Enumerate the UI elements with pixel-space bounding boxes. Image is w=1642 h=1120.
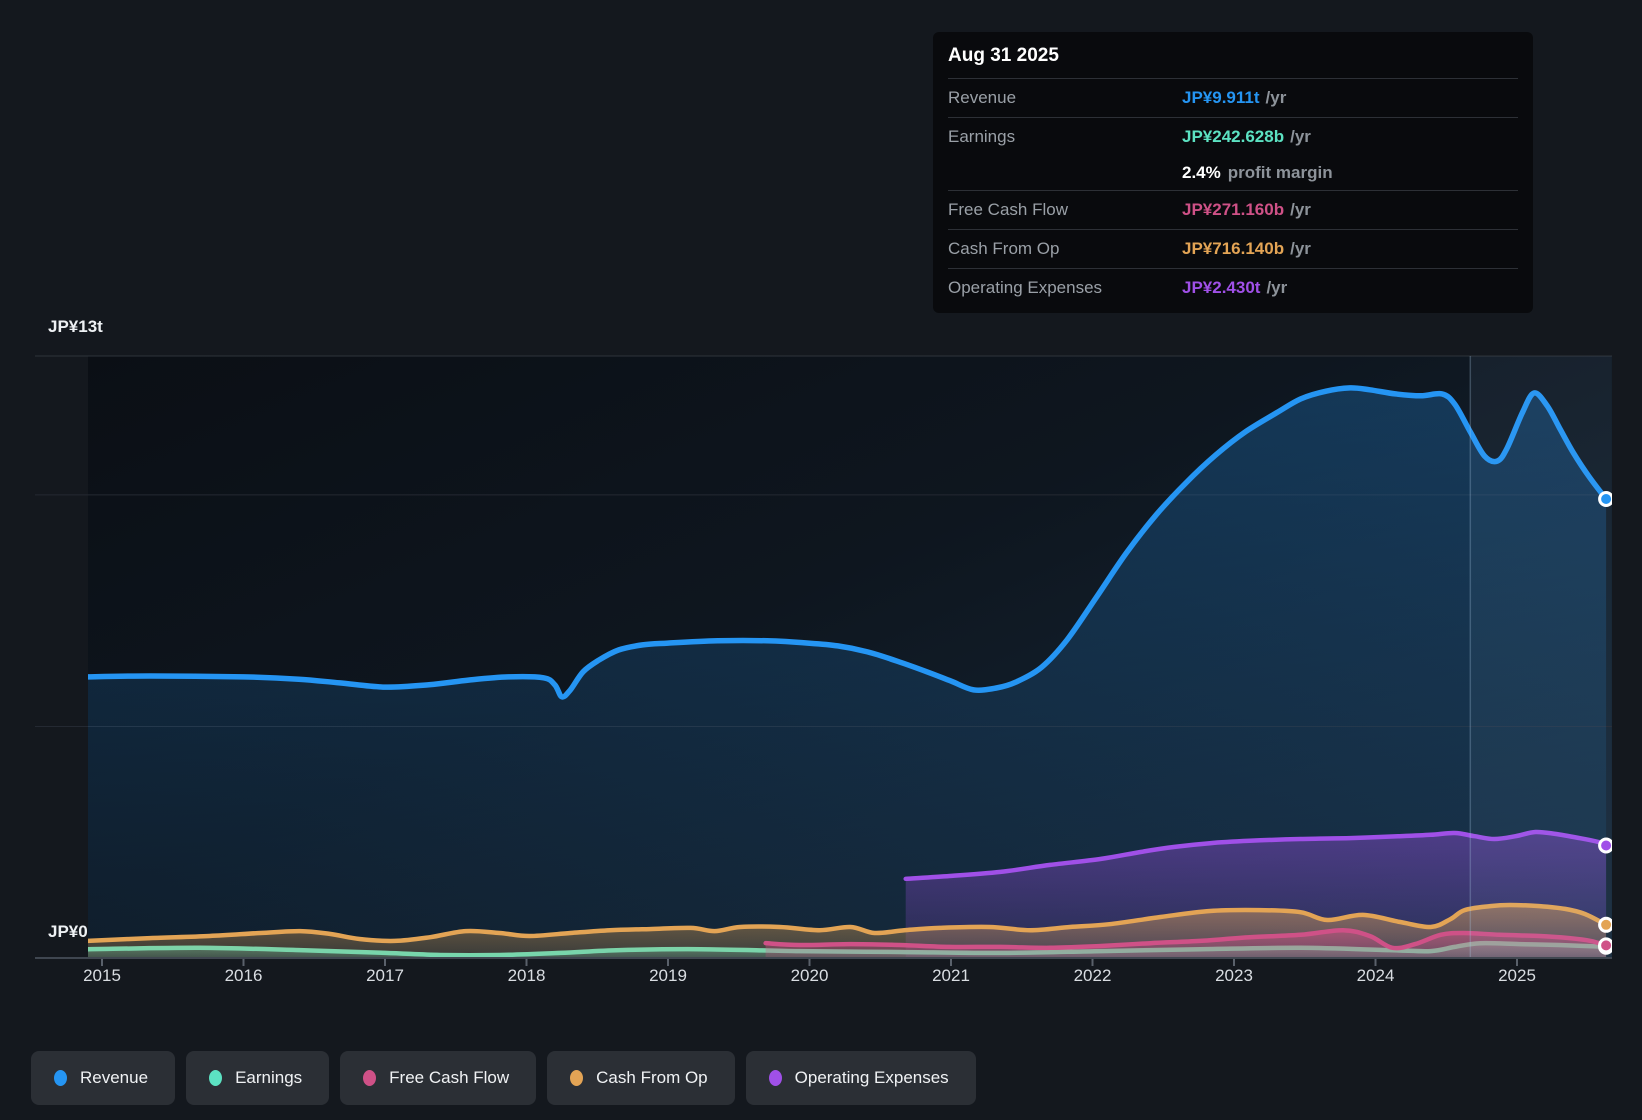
tooltip-row-cash-from-op: Cash From Op JP¥716.140b /yr [948, 229, 1518, 268]
tooltip-row-operating-expenses: Operating Expenses JP¥2.430t /yr [948, 268, 1518, 307]
legend-item-revenue[interactable]: Revenue [31, 1051, 176, 1105]
legend-item-earnings[interactable]: Earnings [186, 1051, 330, 1105]
endpoint-marker-revenue[interactable] [1598, 491, 1613, 507]
legend-item-free-cash-flow[interactable]: Free Cash Flow [340, 1051, 537, 1105]
tooltip-row-revenue: Revenue JP¥9.911t /yr [948, 78, 1518, 117]
tooltip-suffix: /yr [1266, 278, 1288, 297]
legend-dot-icon [570, 1070, 584, 1086]
x-tick-label: 2018 [507, 966, 546, 985]
chart-page: JP¥13t JP¥0 2015 2016 2017 2018 2019 2020 2021… [0, 0, 1642, 1120]
legend-dot-icon [209, 1070, 223, 1086]
tooltip-row-earnings: Earnings JP¥242.628b /yr [948, 117, 1518, 156]
chart-tooltip: Aug 31 2025 Revenue JP¥9.911t /yr Earnin… [933, 32, 1533, 313]
profit-margin-value: 2.4% [1182, 163, 1221, 182]
tooltip-value: JP¥271.160b [1182, 200, 1285, 219]
tooltip-suffix: /yr [1265, 88, 1287, 107]
x-tick-label: 2024 [1356, 966, 1395, 985]
legend-dot-icon [363, 1070, 377, 1086]
y-axis-max-label: JP¥13t [48, 317, 103, 336]
endpoint-marker-fcf[interactable] [1598, 937, 1613, 954]
tooltip-suffix: /yr [1290, 239, 1311, 258]
legend-dot-icon [768, 1070, 782, 1086]
x-tick-label: 2017 [366, 966, 404, 985]
tooltip-row-profit-margin: 2.4% profit margin [948, 156, 1518, 190]
ttm-highlight-band [1470, 356, 1612, 958]
x-tick-label: 2020 [790, 966, 829, 985]
tooltip-label: Revenue [948, 88, 1017, 107]
legend-label: Free Cash Flow [389, 1068, 510, 1087]
tooltip-value: JP¥9.911t [1182, 88, 1260, 107]
tooltip-suffix: /yr [1290, 127, 1311, 146]
tooltip-label: Operating Expenses [948, 278, 1103, 297]
profit-margin-text: profit margin [1227, 163, 1333, 182]
x-tick-label: 2019 [649, 966, 687, 985]
tooltip-date: Aug 31 2025 [948, 45, 1059, 66]
x-tick-label: 2022 [1073, 966, 1112, 985]
endpoint-marker-cash_ops[interactable] [1598, 916, 1613, 933]
tooltip-value: JP¥716.140b [1182, 239, 1285, 258]
tooltip-label: Free Cash Flow [948, 200, 1068, 219]
legend-dot-icon [54, 1070, 67, 1086]
legend-item-operating-expenses[interactable]: Operating Expenses [745, 1051, 976, 1105]
tooltip-suffix: /yr [1290, 200, 1311, 219]
tooltip-label: Cash From Op [948, 239, 1060, 258]
endpoint-marker-opex[interactable] [1598, 837, 1613, 854]
tooltip-label: Earnings [948, 127, 1016, 146]
legend-label: Operating Expenses [794, 1068, 949, 1087]
legend-label: Earnings [235, 1068, 303, 1087]
chart-legend: Revenue Earnings Free Cash Flow Cash From O… [31, 1051, 976, 1105]
x-tick-label: 2021 [932, 966, 970, 985]
tooltip-row-free-cash-flow: Free Cash Flow JP¥271.160b /yr [948, 190, 1518, 229]
x-tick-label: 2016 [224, 966, 263, 985]
x-tick-label: 2023 [1215, 966, 1253, 985]
legend-label: Cash From Op [596, 1068, 708, 1087]
x-tick-label: 2025 [1498, 966, 1536, 985]
legend-label: Revenue [80, 1068, 149, 1087]
x-tick-label: 2015 [83, 966, 121, 985]
tooltip-value: JP¥2.430t [1182, 278, 1261, 297]
tooltip-value: JP¥242.628b [1182, 127, 1285, 146]
legend-item-cash-from-op[interactable]: Cash From Op [547, 1051, 735, 1105]
y-axis-zero-label: JP¥0 [48, 922, 88, 941]
